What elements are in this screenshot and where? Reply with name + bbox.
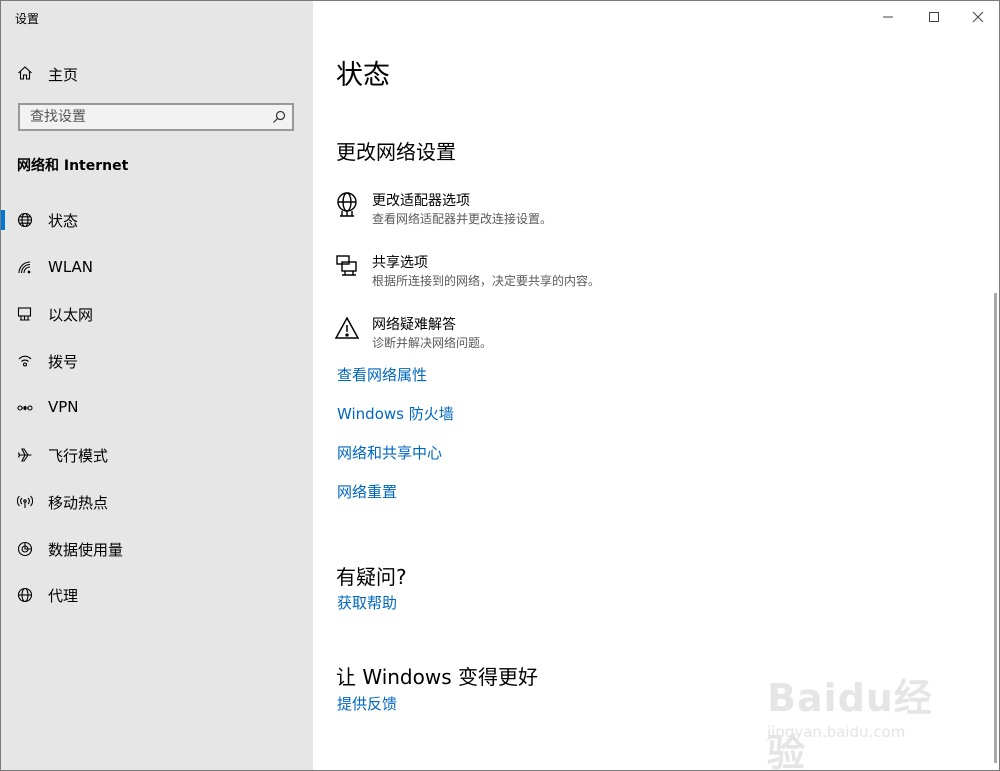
- app-title: 设置: [15, 12, 40, 26]
- sidebar-item-label: VPN: [48, 398, 79, 416]
- data-usage-icon: [17, 541, 33, 557]
- warning-icon: [334, 316, 360, 339]
- home-nav-item[interactable]: 主页: [1, 53, 313, 93]
- windows-firewall-link[interactable]: Windows 防火墙: [337, 403, 454, 424]
- search-input[interactable]: [20, 105, 280, 129]
- settings-window: 设置 主页 网络和 Internet 状态 WLAN: [0, 0, 1000, 771]
- home-icon: [18, 66, 32, 80]
- wifi-icon: [18, 261, 31, 274]
- give-feedback-link[interactable]: 提供反馈: [337, 693, 397, 714]
- sidebar-item-data-usage[interactable]: 数据使用量: [1, 529, 313, 569]
- adapter-icon: [337, 192, 357, 217]
- watermark-logo-text: Baidu经验: [767, 676, 933, 771]
- close-button[interactable]: [955, 1, 999, 33]
- option-desc: 诊断并解决网络问题。: [372, 336, 493, 350]
- vpn-icon: [17, 405, 33, 411]
- sidebar-item-label: 状态: [48, 212, 79, 230]
- sidebar-item-ethernet[interactable]: 以太网: [1, 294, 313, 334]
- sidebar-item-label: 拨号: [48, 353, 79, 371]
- maximize-icon: [929, 12, 939, 22]
- scrollbar[interactable]: [994, 293, 997, 763]
- sharing-options-item[interactable]: 共享选项 根据所连接到的网络，决定要共享的内容。: [334, 252, 934, 296]
- network-reset-link[interactable]: 网络重置: [337, 481, 397, 502]
- page-title: 状态: [336, 60, 390, 91]
- option-desc: 查看网络适配器并更改连接设置。: [372, 212, 553, 226]
- baidu-watermark: Baidu经验 jingyan.baidu.com: [767, 663, 947, 770]
- change-settings-heading: 更改网络设置: [336, 140, 456, 164]
- home-label: 主页: [48, 66, 79, 84]
- proxy-globe-icon: [17, 587, 33, 603]
- search-icon[interactable]: [272, 110, 286, 124]
- airplane-icon: [17, 448, 32, 462]
- option-desc: 根据所连接到的网络，决定要共享的内容。: [372, 274, 601, 288]
- network-sharing-center-link[interactable]: 网络和共享中心: [337, 442, 442, 463]
- maximize-button[interactable]: [911, 1, 957, 33]
- sidebar-item-label: 以太网: [48, 306, 94, 324]
- sidebar-item-proxy[interactable]: 代理: [1, 575, 313, 615]
- troubleshoot-item[interactable]: 网络疑难解答 诊断并解决网络问题。: [334, 314, 934, 358]
- option-title: 更改适配器选项: [372, 193, 470, 209]
- sidebar-item-airplane[interactable]: 飞行模式: [1, 435, 313, 475]
- sidebar-item-status[interactable]: 状态: [1, 200, 313, 240]
- option-title: 网络疑难解答: [372, 317, 456, 333]
- sidebar-item-dialup[interactable]: 拨号: [1, 341, 313, 381]
- question-heading: 有疑问?: [336, 565, 407, 589]
- sharing-icon: [336, 255, 357, 276]
- close-icon: [972, 11, 984, 23]
- view-network-properties-link[interactable]: 查看网络属性: [337, 364, 427, 385]
- ethernet-icon: [17, 307, 32, 321]
- feedback-heading: 让 Windows 变得更好: [336, 665, 538, 689]
- sidebar-item-label: 飞行模式: [48, 447, 109, 465]
- dialup-icon: [18, 355, 32, 367]
- minimize-icon: [883, 16, 893, 18]
- sidebar-item-label: 代理: [48, 587, 79, 605]
- adapter-options-item[interactable]: 更改适配器选项 查看网络适配器并更改连接设置。: [334, 190, 934, 234]
- sidebar-item-vpn[interactable]: VPN: [1, 388, 313, 428]
- section-title: 网络和 Internet: [17, 158, 129, 174]
- sidebar-item-label: 移动热点: [48, 494, 109, 512]
- option-title: 共享选项: [372, 255, 428, 271]
- hotspot-icon: [17, 495, 33, 508]
- sidebar: 设置 主页 网络和 Internet 状态 WLAN: [1, 1, 313, 770]
- sidebar-item-label: WLAN: [48, 258, 94, 276]
- search-box[interactable]: [18, 103, 294, 131]
- sidebar-item-hotspot[interactable]: 移动热点: [1, 482, 313, 522]
- sidebar-item-label: 数据使用量: [48, 541, 124, 559]
- globe-icon: [17, 212, 33, 228]
- minimize-button[interactable]: [865, 1, 911, 33]
- sidebar-item-wlan[interactable]: WLAN: [1, 248, 313, 288]
- get-help-link[interactable]: 获取帮助: [337, 592, 397, 613]
- watermark-url: jingyan.baidu.com: [767, 723, 906, 741]
